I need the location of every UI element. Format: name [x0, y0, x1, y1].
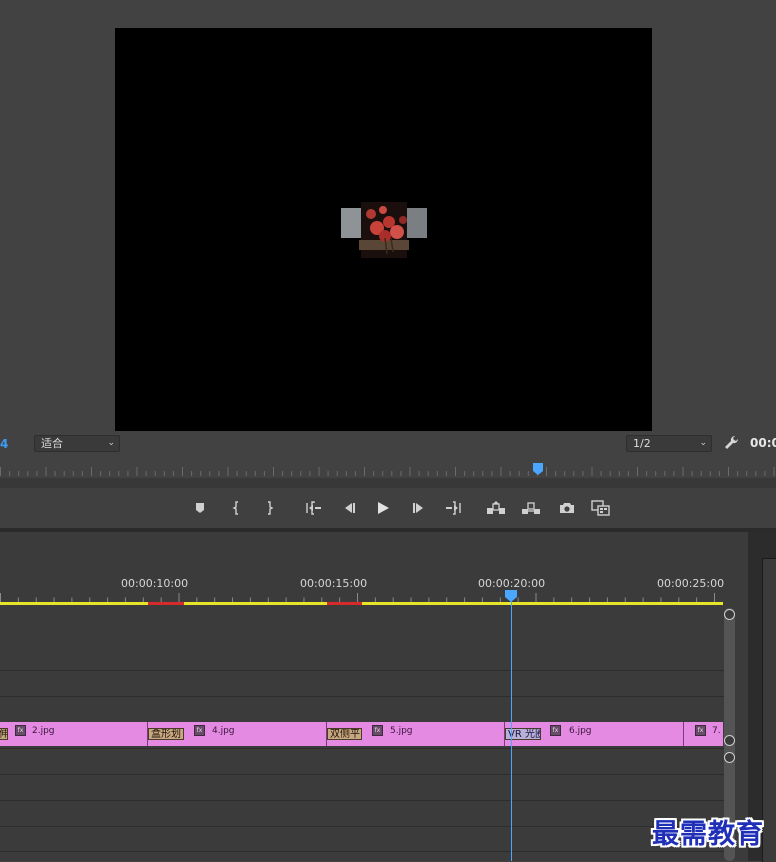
go-to-in-icon: [306, 501, 321, 515]
step-forward-icon: [413, 503, 423, 513]
timecode-label: 00:00:15:00: [300, 577, 368, 590]
play-button[interactable]: [370, 488, 396, 528]
marker-icon: [196, 503, 204, 513]
scrollbar-handle[interactable]: [724, 735, 735, 746]
mark-out-icon: [268, 501, 274, 515]
play-icon: [378, 502, 389, 514]
extract-button[interactable]: [518, 488, 544, 528]
mark-in-button[interactable]: [224, 488, 250, 528]
go-to-in-button[interactable]: [301, 488, 327, 528]
fx-badge[interactable]: fx: [372, 725, 383, 736]
clip-name: 7.: [712, 726, 721, 736]
mark-in-icon: [232, 501, 238, 515]
go-to-out-icon: [446, 501, 461, 515]
scrollbar-handle[interactable]: [724, 609, 735, 620]
fx-badge[interactable]: fx: [550, 725, 561, 736]
lift-button[interactable]: [483, 488, 509, 528]
render-bar-unrendered: [327, 602, 362, 605]
wrench-icon[interactable]: [722, 434, 740, 452]
track-divider: [0, 851, 724, 852]
side-panel-content: [762, 558, 776, 862]
zoom-level-readout: 4: [0, 437, 9, 451]
track-divider: [0, 826, 724, 827]
go-to-out-button[interactable]: [440, 488, 466, 528]
playhead-timecode: 00:0: [750, 436, 776, 450]
extract-icon: [522, 502, 540, 514]
track-divider: [0, 696, 724, 697]
playback-resolution-dropdown[interactable]: 1/2 ⌄: [626, 435, 712, 452]
fx-badge[interactable]: fx: [194, 725, 205, 736]
monitor-ruler-strip: [0, 478, 776, 488]
timecode-label: 00:00:10:00: [121, 577, 189, 590]
lift-icon: [487, 501, 505, 514]
clip-6-jpg[interactable]: [541, 722, 683, 746]
chevron-down-icon: ⌄: [107, 438, 115, 448]
zoom-fit-value: 适合: [41, 437, 63, 450]
compare-view-button[interactable]: [588, 488, 614, 528]
step-back-button[interactable]: [336, 488, 362, 528]
preview-image: [341, 202, 427, 258]
track-divider: [0, 670, 724, 671]
track-divider: [0, 800, 724, 801]
watermark-text: 最需教育: [652, 819, 764, 850]
clip-name: 6.jpg: [569, 726, 592, 736]
transition-clip[interactable]: 双侧平: [327, 728, 362, 740]
render-bar-unrendered: [148, 602, 184, 605]
clip-name: 5.jpg: [390, 726, 413, 736]
export-frame-button[interactable]: [554, 488, 580, 528]
transition-clip[interactable]: 盒形划: [148, 728, 184, 740]
track-divider: [0, 748, 724, 749]
fx-badge[interactable]: fx: [695, 725, 706, 736]
step-back-icon: [345, 503, 355, 513]
track-divider: [0, 774, 724, 775]
step-forward-button[interactable]: [406, 488, 432, 528]
add-marker-button[interactable]: [187, 488, 213, 528]
timeline-playhead-line[interactable]: [511, 600, 512, 861]
transport-controls: [0, 488, 776, 528]
clip-name: 4.jpg: [212, 726, 235, 736]
monitor-time-ruler[interactable]: [0, 462, 776, 478]
fx-badge[interactable]: fx: [15, 725, 26, 736]
clip-5-jpg[interactable]: [362, 722, 504, 746]
timecode-label: 00:00:25:00: [657, 577, 725, 590]
clip-2-jpg[interactable]: [8, 722, 147, 746]
timeline-playhead[interactable]: [505, 590, 517, 602]
playback-resolution-value: 1/2: [633, 437, 651, 450]
chevron-down-icon: ⌄: [699, 438, 707, 448]
clip-name: 2.jpg: [32, 726, 55, 736]
monitor-playhead[interactable]: [532, 463, 543, 475]
scrollbar-handle[interactable]: [724, 752, 735, 763]
transition-clip[interactable]: 伸: [0, 728, 8, 740]
timecode-label: 00:00:20:00: [478, 577, 546, 590]
camera-icon: [560, 503, 574, 513]
clip-4-jpg[interactable]: [184, 722, 326, 746]
program-monitor-video[interactable]: [115, 28, 652, 431]
mark-out-button[interactable]: [256, 488, 282, 528]
compare-icon: [591, 500, 610, 516]
zoom-fit-dropdown[interactable]: 适合 ⌄: [34, 435, 120, 452]
